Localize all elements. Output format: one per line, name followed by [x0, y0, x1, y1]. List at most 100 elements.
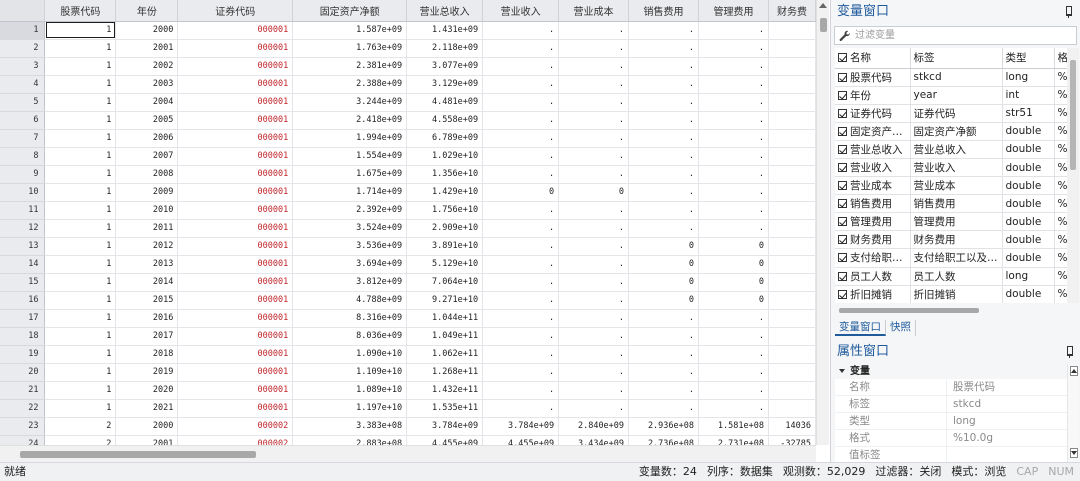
grid-cell[interactable]: 3.784e+09	[406, 417, 484, 436]
grid-cell[interactable]	[768, 309, 816, 328]
grid-cell[interactable]	[768, 381, 816, 400]
grid-cell[interactable]: 2018	[115, 345, 179, 364]
variable-header-label[interactable]: 标签	[910, 48, 1003, 69]
grid-cell[interactable]: 8.036e+09	[292, 327, 408, 346]
wrench-icon[interactable]	[839, 30, 851, 42]
grid-cell[interactable]: 000001	[177, 399, 294, 418]
variable-row[interactable]: 营业收入 营业收入 double%	[835, 158, 1067, 178]
grid-cell[interactable]: 000001	[177, 219, 294, 238]
grid-cell[interactable]: 1.675e+09	[292, 165, 408, 184]
grid-cell[interactable]	[768, 165, 816, 184]
grid-cell[interactable]: 2001	[115, 435, 179, 445]
property-row[interactable]: 标签 stkcd	[835, 396, 1079, 413]
grid-cell[interactable]: 1	[44, 219, 117, 238]
grid-cell[interactable]: 000001	[177, 363, 294, 382]
grid-cell[interactable]: .	[698, 345, 769, 364]
grid-cell[interactable]: .	[558, 255, 630, 274]
grid-cell[interactable]: 3.784e+09	[482, 417, 560, 436]
grid-cell[interactable]: 1.581e+08	[698, 417, 769, 436]
variable-name[interactable]: 营业收入	[835, 158, 911, 178]
grid-cell[interactable]: .	[558, 327, 630, 346]
row-number[interactable]: 3	[0, 57, 46, 76]
grid-cell[interactable]	[768, 345, 816, 364]
grid-cell[interactable]: 1.356e+10	[406, 165, 484, 184]
grid-cell[interactable]: .	[628, 165, 699, 184]
variable-row[interactable]: 股票代码 stkcd long%	[835, 68, 1067, 87]
grid-cell[interactable]: .	[698, 111, 769, 130]
row-number[interactable]: 16	[0, 291, 46, 310]
grid-cell[interactable]: .	[558, 129, 630, 148]
grid-cell[interactable]: .	[558, 291, 630, 310]
grid-cell[interactable]: .	[482, 21, 560, 40]
grid-cell[interactable]: 000001	[177, 165, 294, 184]
grid-cell[interactable]	[768, 273, 816, 292]
variable-name[interactable]: 销售费用	[835, 194, 911, 214]
row-number[interactable]: 20	[0, 363, 46, 382]
row-number[interactable]: 9	[0, 165, 46, 184]
grid-cell[interactable]: 3.383e+08	[292, 417, 408, 436]
grid-cell[interactable]: 1.763e+09	[292, 39, 408, 58]
variable-visible-checkbox[interactable]	[838, 72, 847, 82]
grid-cell[interactable]: .	[628, 219, 699, 238]
grid-cell[interactable]: 2.840e+09	[558, 417, 630, 436]
grid-cell[interactable]: 9.271e+10	[406, 291, 484, 310]
grid-cell[interactable]: 3.077e+09	[406, 57, 484, 76]
grid-cell[interactable]: 1	[44, 363, 117, 382]
variable-visible-checkbox[interactable]	[838, 289, 847, 299]
grid-cell[interactable]: 000001	[177, 309, 294, 328]
variable-visible-checkbox[interactable]	[838, 253, 847, 263]
grid-cell[interactable]: 1	[44, 381, 117, 400]
variable-name[interactable]: 固定资产净...	[835, 122, 911, 141]
grid-cell[interactable]	[768, 255, 816, 274]
property-row[interactable]: 格式 %10.0g	[835, 430, 1079, 447]
grid-cell[interactable]: .	[628, 345, 699, 364]
scroll-up-arrow-icon[interactable]	[819, 3, 827, 8]
grid-cell[interactable]: .	[482, 93, 560, 112]
grid-cell[interactable]: 000002	[177, 435, 294, 445]
grid-cell[interactable]	[768, 183, 816, 202]
grid-cell[interactable]: 000001	[177, 237, 294, 256]
grid-cell[interactable]: 1	[44, 183, 117, 202]
grid-cell[interactable]: 1.044e+11	[406, 309, 484, 328]
grid-cell[interactable]: 0	[698, 273, 769, 292]
grid-cell[interactable]: 2014	[115, 273, 179, 292]
variable-list-hscroll-thumb[interactable]	[839, 308, 979, 313]
property-row[interactable]: 名称 股票代码	[835, 379, 1079, 396]
grid-cell[interactable]: 4.558e+09	[406, 111, 484, 130]
grid-cell[interactable]: 000001	[177, 147, 294, 166]
grid-cell[interactable]: 1.756e+10	[406, 201, 484, 220]
variable-row[interactable]: 营业成本 营业成本 double%	[835, 176, 1067, 196]
row-number[interactable]: 10	[0, 183, 46, 202]
grid-cell[interactable]: 000001	[177, 255, 294, 274]
grid-cell[interactable]: 1.090e+10	[292, 345, 408, 364]
row-number[interactable]: 15	[0, 273, 46, 292]
grid-cell[interactable]: .	[698, 399, 769, 418]
grid-cell[interactable]: 2007	[115, 147, 179, 166]
variable-visible-checkbox[interactable]	[838, 217, 847, 227]
pin-icon[interactable]	[1065, 346, 1073, 358]
column-header[interactable]: 证券代码	[177, 0, 294, 22]
variable-name[interactable]: 折旧摊销	[835, 285, 911, 303]
grid-cell[interactable]: 000001	[177, 21, 294, 40]
variable-header-format[interactable]: 格	[1054, 48, 1067, 69]
grid-cell[interactable]: .	[698, 381, 769, 400]
grid-cell[interactable]: 2013	[115, 255, 179, 274]
grid-cell[interactable]: .	[628, 39, 699, 58]
grid-cell[interactable]: .	[482, 327, 560, 346]
variable-visible-checkbox[interactable]	[838, 126, 847, 136]
row-number[interactable]: 13	[0, 237, 46, 256]
variable-name[interactable]: 管理费用	[835, 212, 911, 232]
grid-cell[interactable]: 1	[44, 327, 117, 346]
grid-cell[interactable]: .	[698, 93, 769, 112]
variable-row[interactable]: 财务费用 财务费用 double%	[835, 230, 1067, 250]
variable-header-name[interactable]: 名称	[835, 48, 911, 69]
variable-row[interactable]: 年份 year int%	[835, 86, 1067, 105]
grid-cell[interactable]: .	[482, 111, 560, 130]
grid-cell[interactable]: 2.418e+09	[292, 111, 408, 130]
column-header[interactable]: 管理费用	[698, 0, 769, 22]
grid-cell[interactable]	[768, 75, 816, 94]
grid-cell[interactable]: 0	[628, 273, 699, 292]
variable-name[interactable]: 财务费用	[835, 230, 911, 250]
grid-cell[interactable]: .	[558, 57, 630, 76]
grid-cell[interactable]: 000002	[177, 417, 294, 436]
